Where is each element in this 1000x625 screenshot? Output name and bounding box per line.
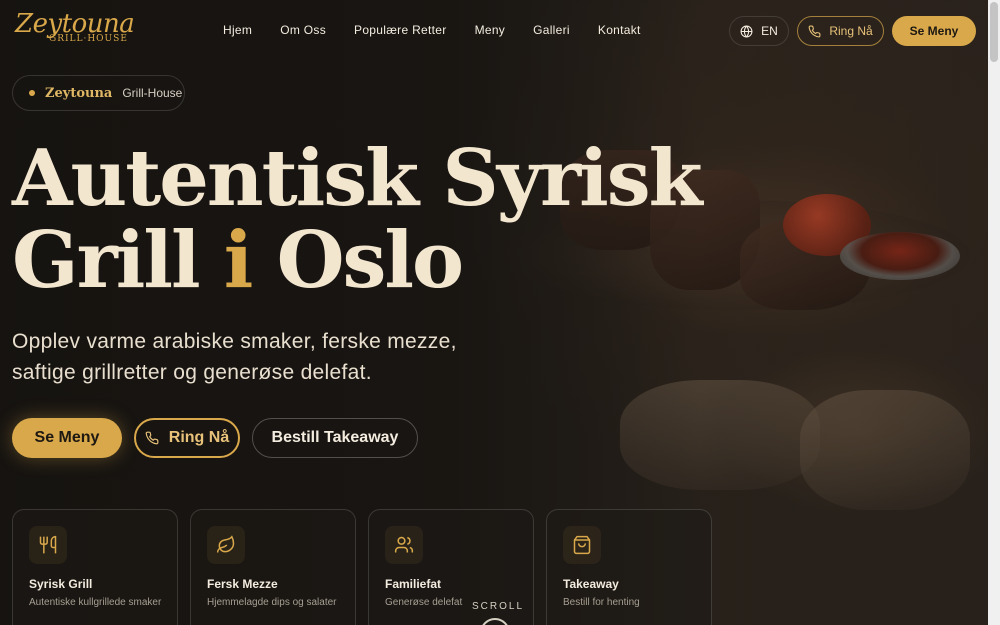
page-scrollbar[interactable] — [988, 0, 1000, 625]
phone-icon — [145, 431, 159, 445]
see-menu-button[interactable]: Se Meny — [12, 418, 122, 458]
leaf-icon — [216, 535, 235, 553]
feature-subtitle: Hjemmelagde dips og salater — [207, 597, 337, 608]
feature-subtitle: Bestill for henting — [563, 597, 640, 608]
hero-title-grill: Grill — [12, 215, 201, 306]
feature-icon-box — [207, 526, 245, 564]
nav-home[interactable]: Hjem — [223, 23, 252, 37]
badge-name: Zeytouna — [45, 85, 113, 101]
feature-subtitle: Autentiske kullgrillede smaker — [29, 597, 162, 608]
feature-card-takeaway: Takeaway Bestill for henting — [546, 509, 712, 625]
globe-icon — [740, 25, 753, 37]
feature-title: Syrisk Grill — [29, 577, 93, 591]
scroll-label: SCROLL — [472, 601, 525, 612]
nav-menu[interactable]: Meny — [475, 23, 506, 37]
header-call-button[interactable]: Ring Nå — [797, 16, 884, 46]
feature-icon-box — [29, 526, 67, 564]
call-now-label: Ring Nå — [168, 429, 230, 446]
feature-title: Fersk Mezze — [207, 577, 278, 591]
feature-icon-box — [385, 526, 423, 564]
feature-card-grill: Syrisk Grill Autentiske kullgrillede sma… — [12, 509, 178, 625]
main-nav: Hjem Om Oss Populære Retter Meny Galleri… — [223, 23, 669, 37]
hero-title-line1: Autentisk Syrisk — [12, 133, 703, 224]
nav-gallery[interactable]: Galleri — [533, 23, 570, 37]
language-label: EN — [761, 24, 778, 38]
hero-lead: Opplev varme arabiske smaker, ferske mez… — [12, 330, 457, 384]
feature-title: Takeaway — [563, 577, 619, 591]
nav-about[interactable]: Om Oss — [280, 23, 326, 37]
nav-contact[interactable]: Kontakt — [598, 23, 641, 37]
header-call-label: Ring Nå — [829, 24, 873, 38]
utensils-icon — [39, 535, 57, 554]
language-button[interactable]: EN — [729, 16, 789, 46]
shopping-bag-icon — [573, 535, 591, 555]
order-takeaway-button[interactable]: Bestill Takeaway — [252, 418, 418, 458]
nav-popular-dishes[interactable]: Populære Retter — [354, 23, 447, 37]
site-header: Zeytouna GRILL·HOUSE Hjem Om Oss Populær… — [0, 0, 988, 62]
badge-tag: Grill-House — [122, 86, 183, 100]
feature-subtitle: Generøse delefat — [385, 597, 463, 608]
hero-title: Autentisk Syrisk Grill i Oslo — [12, 138, 703, 302]
logo-subtitle: GRILL·HOUSE — [49, 34, 128, 44]
call-now-button[interactable]: Ring Nå — [134, 418, 240, 458]
brand-badge: Zeytouna Grill-House — [12, 75, 185, 111]
feature-icon-box — [563, 526, 601, 564]
phone-icon — [808, 25, 821, 37]
hero-title-i: i — [223, 215, 254, 306]
scrollbar-thumb[interactable] — [990, 2, 998, 62]
brand-logo[interactable]: Zeytouna GRILL·HOUSE — [15, 10, 135, 44]
hero-title-oslo: Oslo — [276, 215, 465, 306]
badge-dot — [29, 90, 35, 96]
users-icon — [394, 536, 414, 553]
header-menu-button[interactable]: Se Meny — [892, 16, 976, 46]
feature-card-mezze: Fersk Mezze Hjemmelagde dips og salater — [190, 509, 356, 625]
feature-title: Familiefat — [385, 577, 442, 591]
